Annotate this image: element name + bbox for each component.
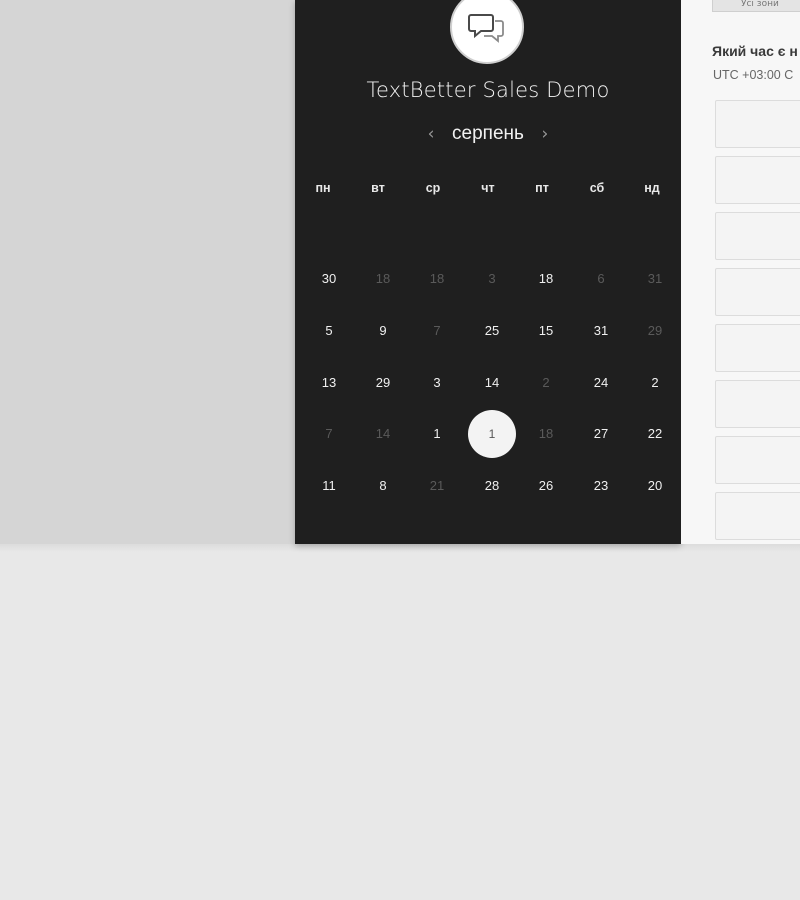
time-slot-button[interactable] (715, 324, 800, 372)
calendar-day[interactable]: 15 (526, 321, 566, 341)
calendar-day[interactable]: 8 (363, 476, 403, 496)
calendar-day[interactable]: 26 (526, 476, 566, 496)
calendar-day[interactable]: 27 (581, 424, 621, 444)
calendar-day[interactable]: 18 (526, 269, 566, 289)
calendar-day: 29 (647, 323, 663, 338)
timezone-question: Який час є н (712, 43, 798, 59)
time-slot-button[interactable] (715, 156, 800, 204)
calendar-day[interactable]: 30 (309, 269, 349, 289)
calendar-day: 14 (375, 426, 391, 441)
time-slot-button[interactable] (715, 100, 800, 148)
calendar-day[interactable]: 31 (581, 321, 621, 341)
calendar-day[interactable]: 11 (309, 476, 349, 496)
page-backdrop (0, 0, 295, 544)
calendar-day[interactable]: 25 (472, 321, 512, 341)
calendar-panel: TextBetter Sales Demo ‹ серпень › пн вт … (295, 0, 681, 544)
calendar-day[interactable]: 23 (581, 476, 621, 496)
calendar-day[interactable]: 9 (363, 321, 403, 341)
calendar-day[interactable]: 2 (635, 373, 675, 393)
calendar-day[interactable]: 5 (309, 321, 349, 341)
calendar-day: 7 (325, 426, 333, 441)
calendar-day: 31 (647, 271, 663, 286)
calendar-day: 21 (429, 478, 445, 493)
calendar-day: 18 (375, 271, 391, 286)
time-slot-button[interactable] (715, 212, 800, 260)
selected-day[interactable]: 1 (468, 410, 516, 458)
time-slot-button[interactable] (715, 492, 800, 540)
calendar-day[interactable]: 22 (635, 424, 675, 444)
calendar-day: 7 (433, 323, 441, 338)
day-grid: 30 18 18 3 18 6 31 5 9 7 25 15 31 29 13 29 3 14 2 24 2 7 14 1 1 1… (295, 0, 681, 544)
calendar-day[interactable]: 24 (581, 373, 621, 393)
calendar-day[interactable]: 28 (472, 476, 512, 496)
time-slot-button[interactable] (715, 268, 800, 316)
calendar-day[interactable]: 29 (363, 373, 403, 393)
time-slot-button[interactable] (715, 436, 800, 484)
calendar-day: 18 (429, 271, 445, 286)
panel-shadow (0, 544, 800, 552)
calendar-day[interactable]: 13 (309, 373, 349, 393)
calendar-day: 3 (488, 271, 496, 286)
time-slot-button[interactable] (715, 380, 800, 428)
calendar-day: 2 (542, 375, 550, 390)
calendar-day[interactable]: 1 (417, 424, 457, 444)
calendar-day: 18 (538, 426, 554, 441)
timezone-value[interactable]: UTC +03:00 С (713, 68, 793, 82)
time-selection-panel: Усі зони Який час є н UTC +03:00 С (681, 0, 800, 544)
booking-page: TextBetter Sales Demo ‹ серпень › пн вт … (0, 0, 800, 900)
calendar-day: 6 (597, 271, 605, 286)
calendar-day[interactable]: 20 (635, 476, 675, 496)
calendar-day[interactable]: 3 (417, 373, 457, 393)
calendar-day[interactable]: 14 (472, 373, 512, 393)
timezone-button[interactable]: Усі зони (712, 0, 800, 12)
